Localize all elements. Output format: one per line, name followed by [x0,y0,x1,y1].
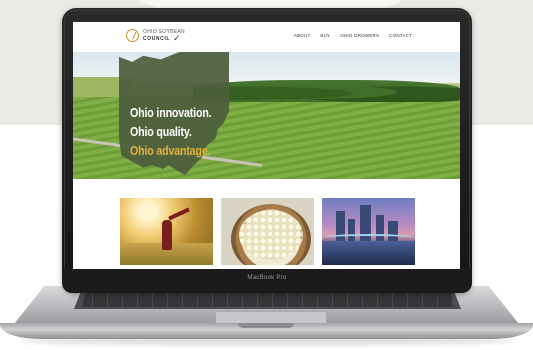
hero-tagline-advantage: Ohio advantage. [130,143,211,158]
hero-tagline-quality: Ohio quality. [130,124,192,139]
checkmark-icon: ✓ [173,33,181,43]
nav-item-ohio-growers[interactable]: OHIO GROWERS [340,33,379,38]
soybean-leaf-icon[interactable] [126,29,139,42]
model-label: MacBook Pro [247,275,287,281]
nav-item-about[interactable]: ABOUT [294,33,311,38]
site-header: OHIO SOYBEAN COUNCIL ✓ ABOUT BUY OHIO GR… [73,22,460,52]
river [322,241,415,265]
hero-tagline-innovation: Ohio innovation. [130,105,212,120]
nav-menu: ABOUT BUY OHIO GROWERS CONTACT [294,33,412,38]
hero-treeline [193,80,460,102]
logo-text-line2[interactable]: COUNCIL [143,36,170,42]
laptop-screen: OHIO SOYBEAN COUNCIL ✓ ABOUT BUY OHIO GR… [73,22,460,269]
girl-arm [168,207,190,221]
nav-item-buy[interactable]: BUY [320,33,330,38]
photo-gallery [73,179,460,269]
soybeans [239,210,303,260]
girl-in-field-photo[interactable] [120,198,213,265]
city-skyline-photo[interactable] [322,198,415,265]
girl-figure [162,220,172,250]
nav-item-contact[interactable]: CONTACT [389,33,412,38]
keyboard-keys [81,291,455,307]
lid-notch [238,323,294,328]
soybean-bowl-photo[interactable] [221,198,314,265]
